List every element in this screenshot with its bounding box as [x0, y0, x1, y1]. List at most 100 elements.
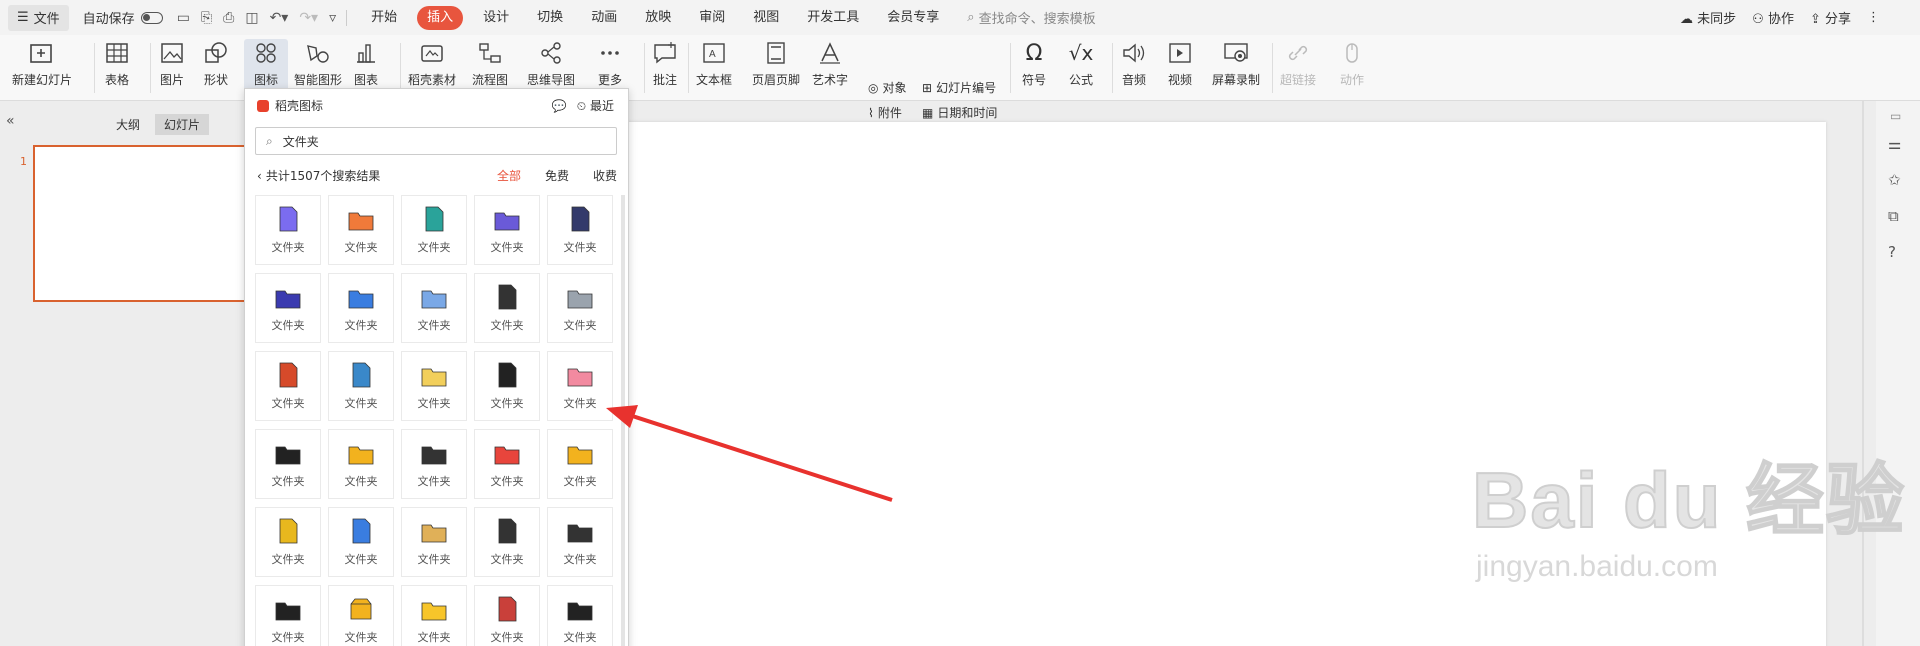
- icon-result-item[interactable]: 文件夹: [547, 195, 613, 265]
- tab-home[interactable]: 开始: [357, 6, 411, 30]
- more-button[interactable]: 更多: [596, 39, 624, 88]
- help-icon[interactable]: ?: [1888, 243, 1896, 261]
- picture-button[interactable]: 图片: [158, 39, 186, 88]
- icon-result-item[interactable]: 文件夹: [474, 429, 540, 499]
- save-icon[interactable]: ▭: [177, 10, 190, 26]
- icon-result-item[interactable]: 文件夹: [474, 585, 540, 646]
- icon-result-label: 文件夹: [344, 553, 378, 566]
- icon-result-item[interactable]: 文件夹: [401, 195, 467, 265]
- collapse-pane-icon[interactable]: «: [6, 113, 15, 129]
- icon-result-item[interactable]: 文件夹: [255, 195, 321, 265]
- feedback-icon[interactable]: 💬: [552, 99, 567, 113]
- filter-all[interactable]: 全部: [497, 167, 521, 184]
- icon-result-item[interactable]: 文件夹: [255, 507, 321, 577]
- tab-member[interactable]: 会员专享: [873, 6, 953, 30]
- shape-button[interactable]: 形状: [202, 39, 230, 88]
- audio-button[interactable]: 音频: [1120, 39, 1148, 88]
- icon-result-item[interactable]: 文件夹: [401, 585, 467, 646]
- filter-free[interactable]: 免费: [545, 167, 569, 184]
- tab-design[interactable]: 设计: [469, 6, 523, 30]
- icon-result-item[interactable]: 文件夹: [255, 429, 321, 499]
- smartart-button[interactable]: 智能图形: [294, 39, 342, 88]
- tab-insert[interactable]: 插入: [417, 5, 464, 30]
- new-slide-button[interactable]: 新建幻灯片: [12, 39, 72, 88]
- formula-button[interactable]: √x 公式: [1067, 39, 1095, 88]
- slide-switch-icon[interactable]: ⧉: [1888, 207, 1899, 225]
- icon-result-item[interactable]: 文件夹: [255, 351, 321, 421]
- icon-result-item[interactable]: 文件夹: [474, 507, 540, 577]
- toggle-switch-icon[interactable]: [140, 11, 163, 24]
- chart-button[interactable]: 图表: [352, 39, 380, 88]
- panel-scrollbar[interactable]: [621, 195, 625, 646]
- print-preview-icon[interactable]: ◫: [245, 10, 258, 26]
- icon-result-item[interactable]: 文件夹: [547, 273, 613, 343]
- icon-result-item[interactable]: 文件夹: [547, 351, 613, 421]
- object-button[interactable]: ◎ 对象: [868, 79, 907, 96]
- video-button[interactable]: 视频: [1166, 39, 1194, 88]
- icon-result-item[interactable]: 文件夹: [401, 273, 467, 343]
- tab-outline[interactable]: 大纲: [107, 114, 149, 135]
- tab-transition[interactable]: 切换: [523, 6, 577, 30]
- collapse-up-icon[interactable]: ▭: [1890, 109, 1901, 123]
- share-button[interactable]: ⇪ 分享: [1810, 8, 1851, 27]
- icon-result-item[interactable]: 文件夹: [474, 195, 540, 265]
- icon-result-item[interactable]: 文件夹: [328, 429, 394, 499]
- comment-button[interactable]: 批注: [651, 39, 679, 88]
- autosave-toggle[interactable]: 自动保存: [83, 8, 163, 27]
- tab-view[interactable]: 视图: [739, 6, 793, 30]
- attachment-button[interactable]: ⌇ 附件: [868, 104, 902, 121]
- icon-result-item[interactable]: 文件夹: [328, 507, 394, 577]
- icon-result-item[interactable]: 文件夹: [328, 273, 394, 343]
- icon-result-item[interactable]: 文件夹: [474, 351, 540, 421]
- screen-record-button[interactable]: 屏幕录制: [1212, 39, 1260, 88]
- print-icon[interactable]: ⎙: [223, 10, 234, 26]
- icon-result-item[interactable]: 文件夹: [255, 273, 321, 343]
- datetime-button[interactable]: ▦ 日期和时间: [922, 104, 997, 121]
- textbox-button[interactable]: A 文本框: [696, 39, 732, 88]
- animation-icon[interactable]: ✩: [1888, 171, 1901, 189]
- command-search[interactable]: ⌕ 查找命令、搜索模板: [967, 8, 1095, 27]
- icon-result-item[interactable]: 文件夹: [328, 195, 394, 265]
- tab-slides[interactable]: 幻灯片: [155, 114, 210, 135]
- collab-button[interactable]: ⚇ 协作: [1752, 8, 1794, 27]
- action-button[interactable]: 动作: [1338, 39, 1366, 88]
- format-painter-icon[interactable]: ⎘: [201, 10, 212, 26]
- material-button[interactable]: 稻壳素材: [408, 39, 456, 88]
- symbol-button[interactable]: Ω 符号: [1020, 39, 1048, 88]
- file-menu-button[interactable]: ☰ 文件: [8, 4, 69, 31]
- flowchart-button[interactable]: 流程图: [472, 39, 508, 88]
- tab-review[interactable]: 审阅: [685, 6, 739, 30]
- customize-dropdown-icon[interactable]: ▿: [329, 10, 336, 26]
- redo-icon[interactable]: ↷▾: [299, 10, 318, 26]
- slide-thumbnail[interactable]: [33, 145, 253, 302]
- icon-result-item[interactable]: 文件夹: [255, 585, 321, 646]
- icon-result-item[interactable]: 文件夹: [401, 429, 467, 499]
- icon-result-item[interactable]: 文件夹: [328, 351, 394, 421]
- icon-result-item[interactable]: 文件夹: [547, 585, 613, 646]
- icon-result-item[interactable]: 文件夹: [401, 507, 467, 577]
- slide-number-button[interactable]: ⊞ 幻灯片编号: [922, 79, 996, 96]
- tab-developer[interactable]: 开发工具: [793, 6, 873, 30]
- icon-result-item[interactable]: 文件夹: [547, 507, 613, 577]
- more-options-icon[interactable]: ⋮: [1867, 10, 1880, 25]
- sync-button[interactable]: ☁ 未同步: [1680, 8, 1736, 27]
- undo-icon[interactable]: ↶▾: [270, 10, 289, 26]
- back-chevron-icon[interactable]: ‹: [257, 169, 262, 183]
- icon-search-input[interactable]: ⌕ 文件夹: [255, 127, 617, 155]
- header-footer-button[interactable]: 页眉页脚: [752, 39, 800, 88]
- icon-library-button[interactable]: 图标: [244, 39, 288, 95]
- icon-result-item[interactable]: 文件夹: [547, 429, 613, 499]
- icon-result-item[interactable]: 文件夹: [328, 585, 394, 646]
- tab-slideshow[interactable]: 放映: [631, 6, 685, 30]
- wordart-button[interactable]: 艺术字: [812, 39, 848, 88]
- icon-result-item[interactable]: 文件夹: [401, 351, 467, 421]
- hyperlink-button[interactable]: 超链接: [1280, 39, 1316, 88]
- recent-button[interactable]: ⏲ 最近: [577, 97, 614, 114]
- icon-result-item[interactable]: 文件夹: [474, 273, 540, 343]
- docer-logo-icon: [257, 99, 269, 112]
- tab-animation[interactable]: 动画: [577, 6, 631, 30]
- filter-paid[interactable]: 收费: [593, 167, 617, 184]
- properties-icon[interactable]: ⚌: [1888, 135, 1901, 153]
- table-button[interactable]: 表格: [103, 39, 131, 88]
- mindmap-button[interactable]: 思维导图: [527, 39, 575, 88]
